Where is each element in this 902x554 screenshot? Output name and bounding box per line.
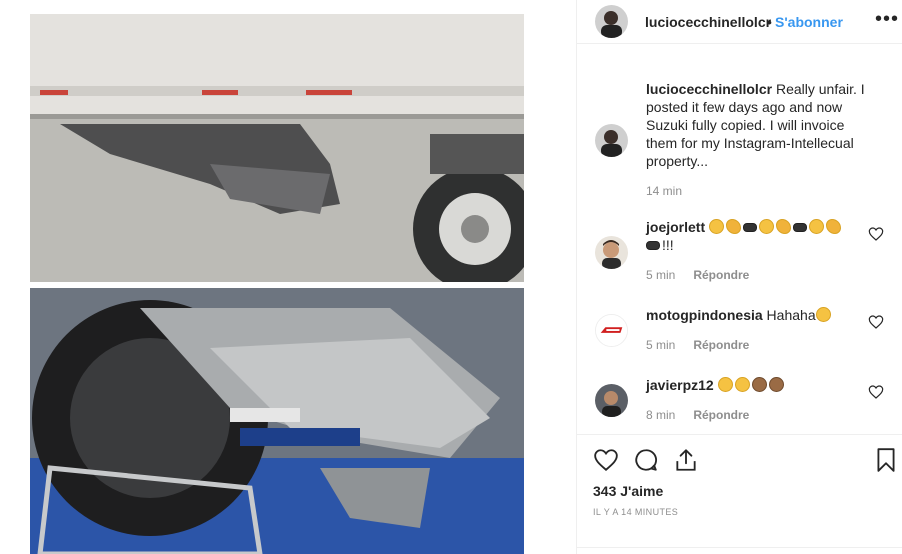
author-avatar[interactable]	[595, 5, 628, 38]
comment-body: Hahaha	[762, 307, 816, 323]
laughing-emoji-icon	[734, 377, 750, 392]
post-media[interactable]	[0, 0, 576, 554]
laughing-emoji-icon	[717, 377, 733, 392]
laughing-emoji-icon	[815, 307, 831, 322]
motorbike-emoji-icon	[743, 223, 758, 232]
comment-time[interactable]: 5 min	[646, 338, 675, 352]
comment-like-heart-icon[interactable]	[868, 314, 884, 330]
heart-icon[interactable]	[593, 447, 619, 473]
muscle-emoji-icon	[826, 219, 842, 234]
comment-time[interactable]: 5 min	[646, 268, 675, 282]
reply-button[interactable]: Répondre	[693, 268, 749, 282]
comment-bubble-icon[interactable]	[633, 447, 659, 473]
see-no-evil-monkey-emoji-icon	[751, 377, 767, 392]
comment-meta: 5 min Répondre	[646, 268, 749, 282]
caption-author-avatar[interactable]	[595, 124, 628, 157]
laughing-emoji-icon	[709, 219, 725, 234]
comment-like-heart-icon[interactable]	[868, 226, 884, 242]
muscle-emoji-icon	[776, 219, 792, 234]
separator-dot: •	[767, 14, 772, 30]
comment-username[interactable]: motogpindonesia	[646, 307, 763, 323]
commenter-avatar[interactable]	[595, 236, 628, 269]
comment-username[interactable]: javierpz12	[646, 377, 714, 393]
add-comment-area[interactable]	[577, 547, 902, 554]
comment-text: joejorlett !!!	[646, 218, 878, 254]
post-header: luciocecchinellolcr • S'abonner •••	[577, 0, 902, 44]
truck-trailer-photo	[30, 14, 524, 282]
follow-button[interactable]: S'abonner	[775, 14, 843, 30]
reply-button[interactable]: Répondre	[693, 408, 749, 422]
author-username[interactable]: luciocecchinellolcr	[645, 14, 771, 30]
smile-emoji-icon	[809, 219, 825, 234]
laughing-emoji-icon	[759, 219, 775, 234]
post-timestamp[interactable]: IL Y A 14 MINUTES	[593, 507, 678, 517]
commenter-avatar[interactable]	[595, 384, 628, 417]
share-icon[interactable]	[673, 447, 699, 473]
post-actions: 343 J'aime IL Y A 14 MINUTES	[577, 434, 902, 554]
caption-timestamp[interactable]: 14 min	[646, 184, 682, 198]
caption-text: luciocecchinellolcr Really unfair. I pos…	[646, 80, 878, 170]
motorbike-emoji-icon	[646, 241, 660, 250]
commenter-avatar[interactable]	[595, 314, 628, 347]
comment-body: !!!	[662, 237, 674, 253]
comment-time[interactable]: 8 min	[646, 408, 675, 422]
comment-like-heart-icon[interactable]	[868, 384, 884, 400]
bookmark-icon[interactable]	[873, 447, 899, 473]
likes-count[interactable]: 343 J'aime	[593, 483, 663, 499]
muscle-emoji-icon	[726, 219, 742, 234]
caption-time: 14 min	[646, 184, 682, 198]
comment-meta: 5 min Répondre	[646, 338, 749, 352]
see-no-evil-monkey-emoji-icon	[768, 377, 784, 392]
caption-username[interactable]: luciocecchinellolcr	[646, 81, 772, 97]
reply-button[interactable]: Répondre	[693, 338, 749, 352]
motorbike-exhaust-photo	[30, 288, 524, 554]
comment-text: motogpindonesia Hahaha	[646, 306, 878, 324]
comment-body	[714, 377, 718, 393]
motorbike-emoji-icon	[793, 223, 808, 232]
post-side-panel: luciocecchinellolcr • S'abonner ••• luci…	[576, 0, 902, 554]
comment-username[interactable]: joejorlett	[646, 219, 705, 235]
comment-meta: 8 min Répondre	[646, 408, 749, 422]
more-options-icon[interactable]: •••	[875, 8, 899, 31]
comment-text: javierpz12	[646, 376, 878, 394]
